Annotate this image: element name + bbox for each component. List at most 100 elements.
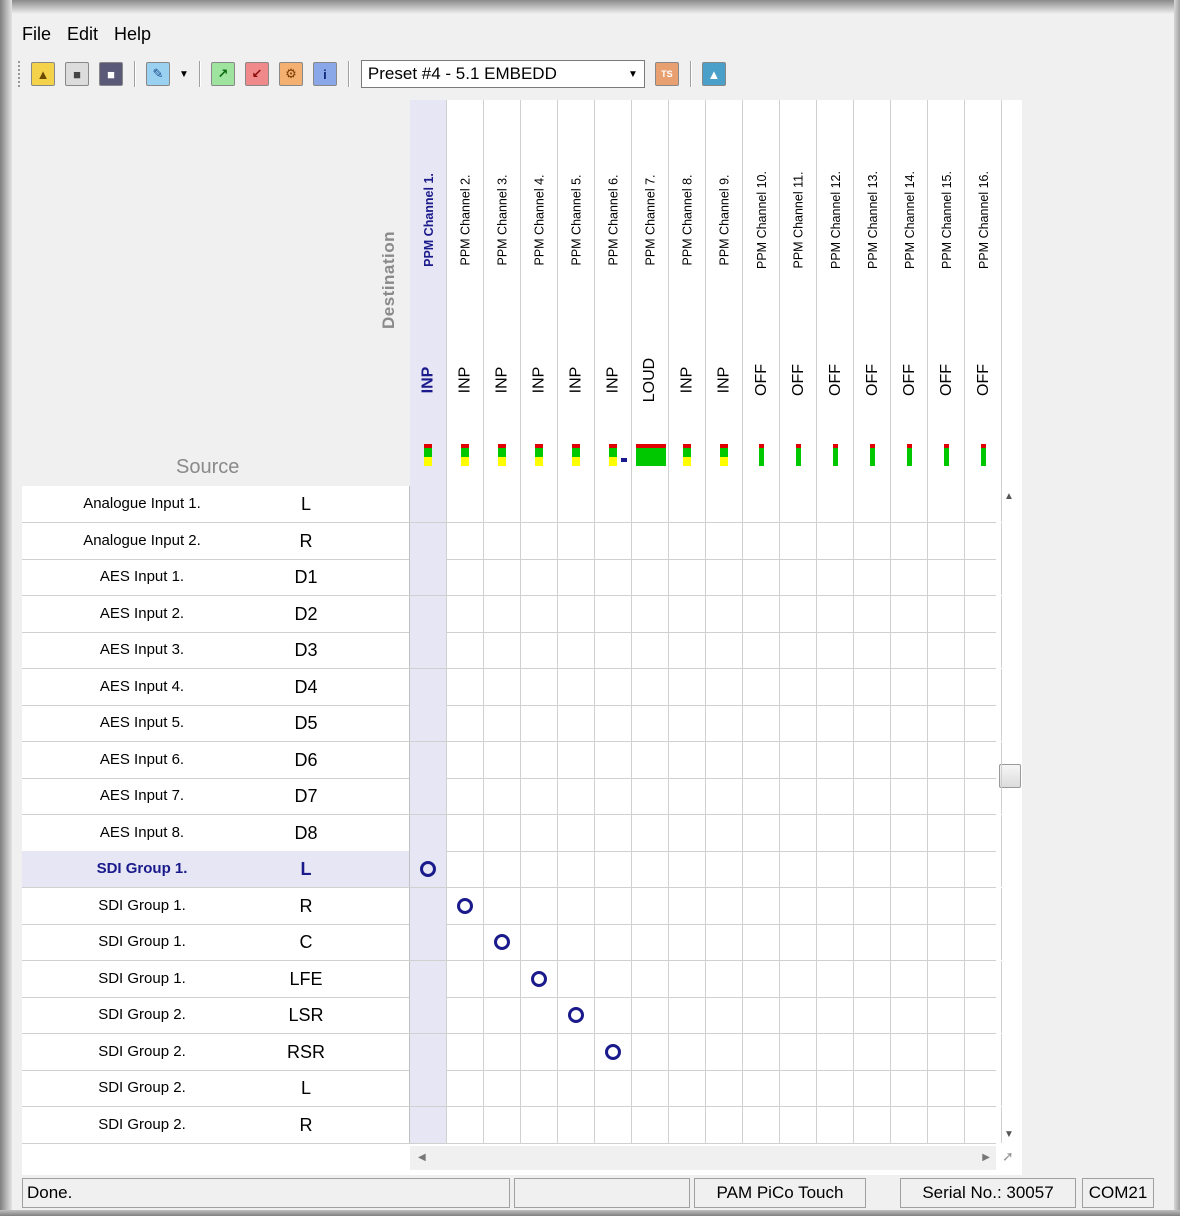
matrix-cell[interactable]: [558, 778, 595, 814]
matrix-cell[interactable]: [484, 778, 521, 814]
preset-select[interactable]: Preset #4 - 5.1 EMBEDD ▼: [360, 60, 645, 88]
matrix-cell[interactable]: [706, 960, 743, 997]
matrix-cell[interactable]: [484, 559, 521, 595]
matrix-cell[interactable]: [928, 559, 965, 595]
matrix-cell[interactable]: [965, 632, 1002, 668]
matrix-cell[interactable]: [928, 486, 965, 522]
matrix-cell[interactable]: [447, 887, 484, 924]
matrix-cell[interactable]: [817, 522, 854, 559]
matrix-cell[interactable]: [891, 522, 928, 559]
matrix-cell[interactable]: [928, 595, 965, 632]
matrix-cell[interactable]: [965, 559, 1002, 595]
destination-column[interactable]: PPM Channel 4. INP: [521, 100, 558, 486]
source-label-cell[interactable]: SDI Group 2. R: [22, 1106, 410, 1143]
matrix-cell[interactable]: [595, 997, 632, 1033]
column-mode[interactable]: OFF: [743, 340, 780, 420]
matrix-cell[interactable]: [521, 1106, 558, 1143]
matrix-cell[interactable]: [595, 1033, 632, 1070]
matrix-cell[interactable]: [521, 668, 558, 705]
matrix-cell[interactable]: [558, 1106, 595, 1143]
matrix-cell[interactable]: [780, 778, 817, 814]
matrix-cell[interactable]: [484, 486, 521, 522]
matrix-cell[interactable]: [558, 960, 595, 997]
matrix-cell[interactable]: [447, 814, 484, 851]
matrix-cell[interactable]: [817, 668, 854, 705]
matrix-cell[interactable]: [484, 522, 521, 559]
matrix-cell[interactable]: [595, 887, 632, 924]
matrix-cell[interactable]: [891, 778, 928, 814]
matrix-cell[interactable]: [558, 1070, 595, 1106]
matrix-cell[interactable]: [484, 1106, 521, 1143]
source-label-cell[interactable]: AES Input 6. D6: [22, 741, 410, 778]
column-mode[interactable]: INP: [484, 340, 521, 420]
matrix-cell[interactable]: [521, 1070, 558, 1106]
matrix-cell[interactable]: [632, 741, 669, 778]
matrix-cell[interactable]: [521, 960, 558, 997]
matrix-cell[interactable]: [965, 887, 1002, 924]
matrix-cell[interactable]: [521, 486, 558, 522]
matrix-cell[interactable]: [558, 595, 595, 632]
matrix-cell[interactable]: [817, 778, 854, 814]
info-icon[interactable]: i: [312, 62, 337, 86]
matrix-cell[interactable]: [780, 1033, 817, 1070]
tts-icon[interactable]: TS: [654, 62, 679, 86]
source-label-cell[interactable]: AES Input 1. D1: [22, 559, 410, 595]
source-label-cell[interactable]: SDI Group 1. L: [22, 851, 410, 887]
matrix-cell[interactable]: [928, 924, 965, 960]
matrix-cell[interactable]: [632, 595, 669, 632]
matrix-cell[interactable]: [743, 668, 780, 705]
matrix-cell[interactable]: [817, 705, 854, 741]
matrix-cell[interactable]: [706, 814, 743, 851]
matrix-cell[interactable]: [706, 887, 743, 924]
matrix-cell[interactable]: [965, 960, 1002, 997]
matrix-cell[interactable]: [558, 705, 595, 741]
matrix-cell[interactable]: [669, 668, 706, 705]
menu-help[interactable]: Help: [114, 24, 151, 50]
matrix-cell[interactable]: [928, 632, 965, 668]
matrix-cell[interactable]: [484, 997, 521, 1033]
matrix-cell[interactable]: [521, 997, 558, 1033]
matrix-cell[interactable]: [743, 960, 780, 997]
matrix-cell[interactable]: [558, 522, 595, 559]
open-folder-icon[interactable]: ▲: [31, 62, 55, 86]
source-label-cell[interactable]: AES Input 4. D4: [22, 668, 410, 705]
destination-column[interactable]: PPM Channel 15. OFF: [928, 100, 965, 486]
matrix-cell[interactable]: [632, 522, 669, 559]
matrix-cell[interactable]: [558, 1033, 595, 1070]
source-label-cell[interactable]: AES Input 7. D7: [22, 778, 410, 814]
toolbar-grip[interactable]: [18, 61, 22, 87]
matrix-cell[interactable]: [743, 851, 780, 887]
matrix-cell[interactable]: [558, 814, 595, 851]
matrix-cell[interactable]: [817, 741, 854, 778]
matrix-cell[interactable]: [410, 887, 447, 924]
matrix-cell[interactable]: [854, 1106, 891, 1143]
save-disk-icon[interactable]: ■: [65, 62, 89, 86]
matrix-cell[interactable]: [521, 924, 558, 960]
matrix-cell[interactable]: [743, 778, 780, 814]
matrix-cell[interactable]: [706, 1106, 743, 1143]
column-mode[interactable]: INP: [669, 340, 706, 420]
matrix-cell[interactable]: [780, 997, 817, 1033]
matrix-cell[interactable]: [780, 851, 817, 887]
matrix-cell[interactable]: [447, 741, 484, 778]
source-label-cell[interactable]: Analogue Input 2. R: [22, 522, 410, 559]
matrix-cell[interactable]: [669, 559, 706, 595]
matrix-cell[interactable]: [891, 814, 928, 851]
matrix-cell[interactable]: [743, 522, 780, 559]
matrix-cell[interactable]: [854, 887, 891, 924]
matrix-cell[interactable]: [669, 1070, 706, 1106]
matrix-cell[interactable]: [669, 960, 706, 997]
matrix-cell[interactable]: [595, 1070, 632, 1106]
matrix-cell[interactable]: [928, 705, 965, 741]
matrix-cell[interactable]: [965, 997, 1002, 1033]
column-mode[interactable]: OFF: [965, 340, 1002, 420]
matrix-cell[interactable]: [558, 741, 595, 778]
matrix-cell[interactable]: [632, 887, 669, 924]
settings-icon[interactable]: ⚙: [278, 62, 303, 86]
matrix-cell[interactable]: [780, 1106, 817, 1143]
matrix-cell[interactable]: [558, 486, 595, 522]
matrix-cell[interactable]: [965, 1070, 1002, 1106]
destination-column[interactable]: PPM Channel 1. INP: [410, 100, 447, 486]
matrix-cell[interactable]: [706, 632, 743, 668]
import-icon[interactable]: ↙: [244, 62, 269, 86]
